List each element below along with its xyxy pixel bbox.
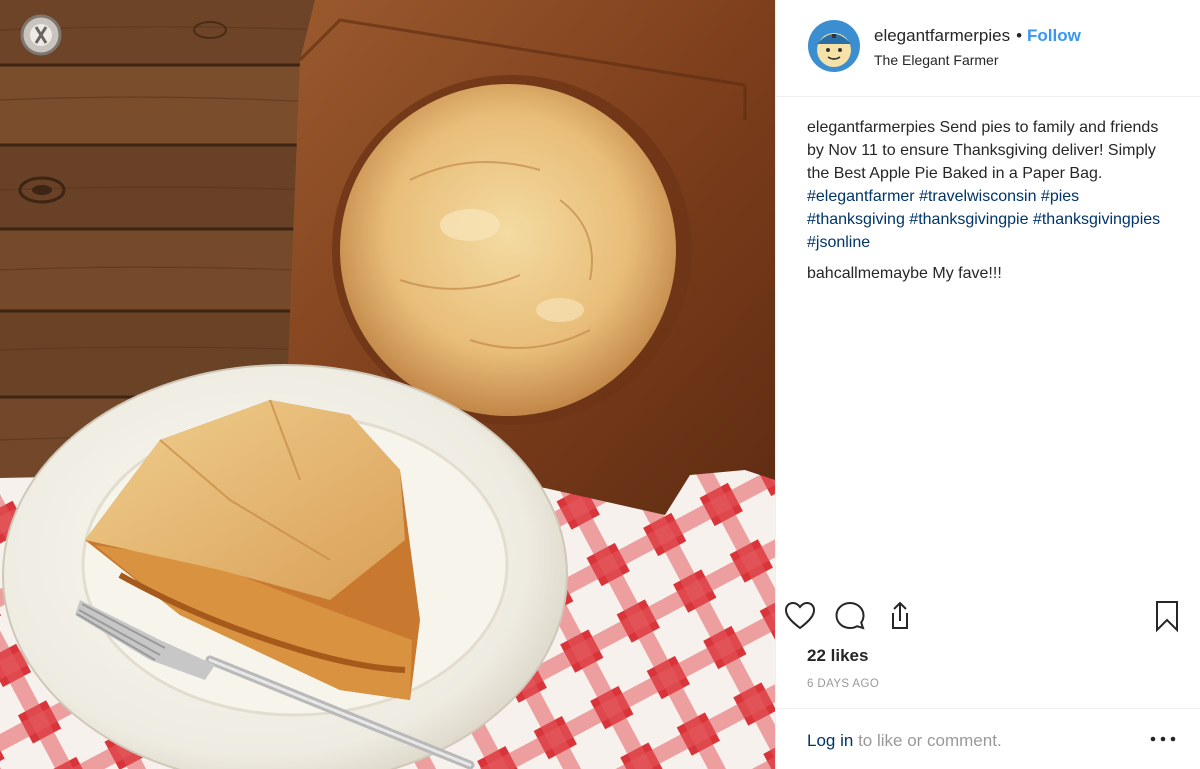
screw-icon	[20, 14, 62, 56]
hashtag[interactable]: #thanksgivingpies	[1033, 211, 1160, 228]
likes-count[interactable]: 22 likes	[807, 646, 868, 666]
hashtag[interactable]: #jsonline	[807, 234, 870, 251]
farmer-avatar-icon	[808, 20, 860, 72]
hashtag[interactable]: #elegantfarmer	[807, 188, 915, 205]
comment-username[interactable]: bahcallmemaybe	[807, 265, 928, 282]
header-username[interactable]: elegantfarmerpies	[874, 26, 1010, 45]
hashtag[interactable]: #pies	[1041, 188, 1079, 205]
comment-footer: Log in to like or comment.	[776, 708, 1200, 769]
comment: bahcallmemaybe My fave!!!	[807, 262, 1167, 285]
caption-username[interactable]: elegantfarmerpies	[807, 119, 935, 136]
comment-text: My fave!!!	[932, 265, 1002, 282]
separator-dot: •	[1016, 26, 1023, 45]
login-prompt: Log in to like or comment.	[807, 731, 1002, 751]
login-prompt-text: to like or comment.	[858, 731, 1002, 750]
hashtag[interactable]: #travelwisconsin	[919, 188, 1036, 205]
share-icon	[892, 601, 908, 629]
location-link[interactable]: The Elegant Farmer	[874, 52, 999, 68]
post-photo	[0, 0, 775, 769]
username-row: elegantfarmerpies • Follow	[874, 26, 1081, 46]
action-bar	[776, 596, 1200, 636]
more-options-icon	[1150, 736, 1176, 742]
caption: elegantfarmerpies Send pies to family an…	[807, 116, 1167, 254]
post-header: elegantfarmerpies • Follow The Elegant Far…	[776, 0, 1200, 97]
post-timestamp[interactable]: 6 DAYS AGO	[807, 678, 879, 690]
avatar[interactable]	[808, 20, 860, 72]
instagram-post: elegantfarmerpies • Follow The Elegant Far…	[0, 0, 1200, 769]
follow-button[interactable]: Follow	[1027, 26, 1081, 45]
bookmark-button[interactable]	[1147, 596, 1187, 636]
more-options-button[interactable]	[1148, 727, 1178, 751]
post-sidebar: elegantfarmerpies • Follow The Elegant Far…	[775, 0, 1200, 769]
comments-section: elegantfarmerpies Send pies to family an…	[807, 116, 1167, 285]
hashtag[interactable]: #thanksgivingpie	[909, 211, 1028, 228]
comment-icon	[835, 601, 865, 630]
login-link[interactable]: Log in	[807, 731, 853, 750]
like-button[interactable]	[780, 596, 820, 636]
comment-button[interactable]	[830, 596, 870, 636]
share-button[interactable]	[880, 596, 920, 636]
heart-icon	[784, 601, 816, 630]
hashtag[interactable]: #thanksgiving	[807, 211, 905, 228]
bookmark-icon	[1156, 601, 1178, 633]
